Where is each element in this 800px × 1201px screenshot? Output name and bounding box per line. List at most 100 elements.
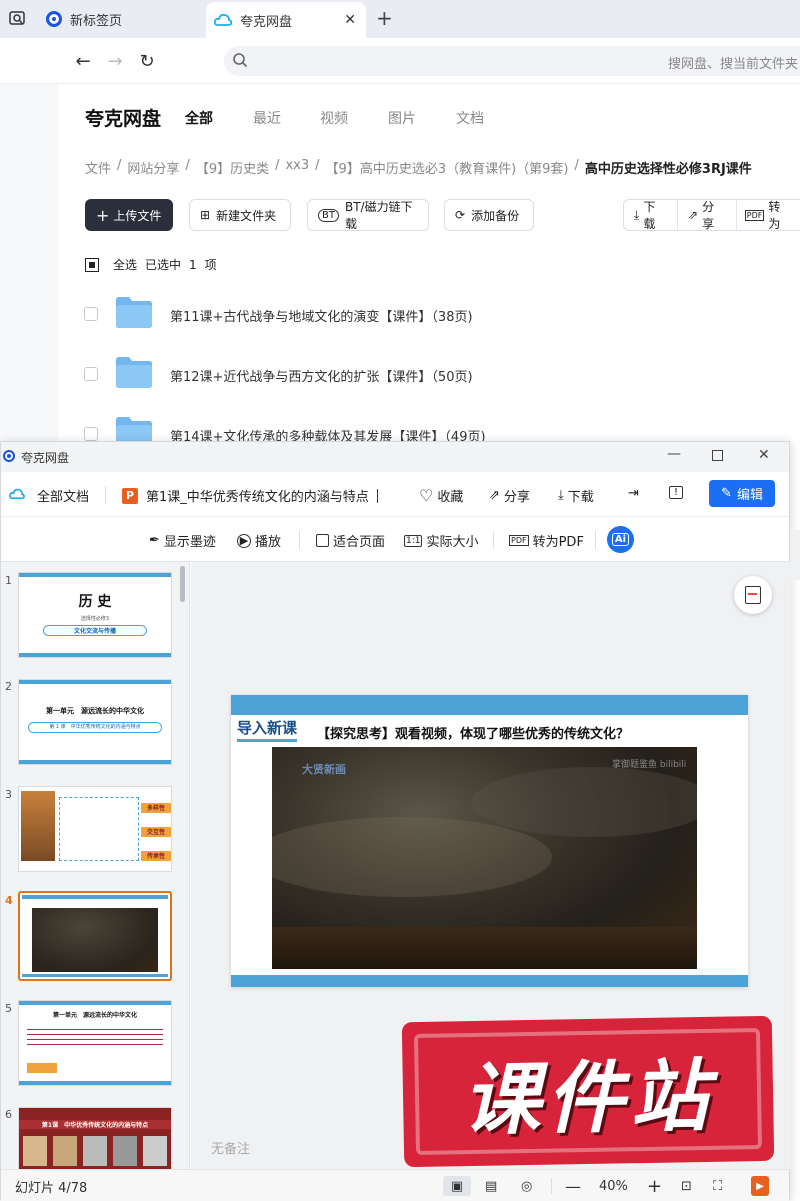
- slide-thumbnail[interactable]: 多样性 交互性 传承性: [18, 786, 172, 872]
- slideshow-icon[interactable]: ▶: [751, 1176, 769, 1196]
- address-bar[interactable]: 搜网盘、搜当前文件夹: [224, 46, 800, 76]
- upload-button[interactable]: + 上传文件: [85, 199, 173, 231]
- slide-video-frame[interactable]: 大贤新画 掌御题鉴鱼 bilibili: [272, 747, 697, 969]
- show-ink-label: 显示墨迹: [163, 535, 216, 550]
- menu-image[interactable]: 图片: [388, 108, 416, 128]
- slide-thumbnail[interactable]: 第一单元 源远流长的中华文化 第 1 课 中华优秀传统文化的内涵与特点: [18, 679, 172, 765]
- row-checkbox[interactable]: [84, 427, 98, 441]
- thumb-title: 第一单元 源远流长的中华文化: [46, 707, 144, 715]
- fit-page-button[interactable]: 适合页面: [316, 531, 385, 550]
- notes-placeholder[interactable]: 无备注: [211, 1138, 250, 1157]
- thumb-title: 第1课 中华优秀传统文化的内涵与特点: [19, 1120, 171, 1129]
- breadcrumb-item[interactable]: 网站分享: [127, 158, 179, 177]
- zoom-level[interactable]: 40%: [599, 1176, 628, 1196]
- report-icon: !: [669, 486, 684, 499]
- tab-quark-drive[interactable]: 夸克网盘 ✕: [206, 2, 366, 38]
- ai-assistant-button[interactable]: Ai: [607, 526, 634, 553]
- row-checkbox[interactable]: [84, 367, 98, 381]
- edit-button[interactable]: ✎ 编辑: [709, 480, 775, 507]
- select-all-checkbox[interactable]: [85, 257, 99, 272]
- ai-summary-float-button[interactable]: [734, 576, 772, 614]
- menu-video[interactable]: 视频: [320, 108, 348, 128]
- thumbnail-scrollbar[interactable]: [180, 566, 185, 602]
- browser-tab-bar: 新标签页 夸克网盘 ✕ +: [0, 0, 800, 38]
- page-left-strip: [0, 84, 58, 444]
- convert-pdf-button[interactable]: PDF 转为PDF: [509, 531, 584, 550]
- fit-window-icon[interactable]: ⊡: [681, 1176, 692, 1196]
- all-docs-button[interactable]: 全部文档: [9, 486, 89, 505]
- favorite-button[interactable]: ♡ 收藏: [419, 486, 463, 505]
- viewer-toolbar-top: 全部文档 P 第1课_中华优秀传统文化的内涵与特点 ♡ 收藏 ⇗ 分享 ⤓ 下载 ⇥ …: [1, 472, 789, 517]
- slide-thumbnail-panel: 1 历 史 选择性必修3 文化交流与传播 2 第一单元 源远流长的中华文化 第 …: [1, 562, 190, 1169]
- add-backup-button[interactable]: ⟳ 添加备份: [444, 199, 534, 231]
- video-logo-right: 掌御题鉴鱼 bilibili: [612, 760, 687, 770]
- convert-button[interactable]: PDF 转为: [737, 200, 800, 231]
- report-button[interactable]: !: [669, 486, 684, 499]
- backup-label: 添加备份: [471, 208, 520, 223]
- zoom-in-icon[interactable]: +: [647, 1176, 662, 1197]
- tab-label: 新标签页: [70, 13, 123, 29]
- breadcrumb-item[interactable]: 【9】高中历史选必3（教育课件)（第9套): [326, 158, 569, 177]
- selection-bar: 全选 已选中 1 项: [85, 256, 217, 273]
- normal-view-icon[interactable]: ▣: [443, 1176, 471, 1196]
- maximize-icon[interactable]: [712, 450, 723, 461]
- menu-recent[interactable]: 最近: [253, 108, 281, 128]
- menu-doc[interactable]: 文档: [456, 108, 484, 128]
- doc-scan-icon: [745, 586, 761, 604]
- file-name: 第12课+近代战争与西方文化的扩张【课件】（50页): [170, 370, 473, 385]
- breadcrumb-item[interactable]: 文件: [85, 158, 111, 177]
- video-logo-left: 大贤新画: [302, 763, 346, 776]
- open-external-icon: ⇥: [628, 486, 639, 501]
- file-row[interactable]: 第11课+古代战争与地域文化的演变【课件】（38页): [84, 294, 800, 334]
- quark-app-icon: [3, 450, 15, 462]
- slide-thumbnail-selected[interactable]: [18, 891, 172, 981]
- reload-icon[interactable]: ↻: [134, 48, 160, 74]
- watermark-stamp: 课件站: [401, 1015, 775, 1168]
- minimize-icon[interactable]: —: [667, 446, 681, 462]
- tab-label: 夸克网盘: [240, 14, 293, 30]
- web-view-icon[interactable]: ◎: [521, 1176, 532, 1196]
- back-icon[interactable]: ←: [70, 48, 96, 74]
- slide-canvas: 导入新课 【探究思考】观看视频，体现了哪些优秀的传统文化？ 大贤新画 掌御题鉴鱼…: [191, 562, 791, 1169]
- actual-size-icon: 1:1: [404, 534, 423, 547]
- pen-icon: ✎: [721, 486, 732, 501]
- upload-label: 上传文件: [113, 208, 162, 223]
- new-tab-button[interactable]: +: [376, 6, 393, 30]
- play-button[interactable]: ▶ 播放: [237, 531, 281, 550]
- selected-unit: 项: [204, 258, 217, 272]
- breadcrumb-item[interactable]: 【9】历史类: [196, 158, 269, 177]
- fullscreen-icon[interactable]: ⛶: [713, 1176, 722, 1196]
- row-checkbox[interactable]: [84, 307, 98, 321]
- viewer-download-button[interactable]: ⤓ 下载: [558, 486, 594, 505]
- download-button[interactable]: ⤓ 下载: [624, 200, 679, 231]
- show-ink-button[interactable]: ✒ 显示墨迹: [149, 531, 216, 550]
- select-all-label[interactable]: 全选: [113, 256, 137, 273]
- title-cursor: [376, 488, 378, 503]
- thumb-tag: 多样性: [141, 803, 171, 813]
- zoom-out-icon[interactable]: —: [565, 1176, 581, 1196]
- slide-thumbnail[interactable]: 第一单元 源远流长的中华文化: [18, 1000, 172, 1086]
- viewer-share-button[interactable]: ⇗ 分享: [489, 486, 530, 505]
- thumbnail-number: 3: [5, 788, 12, 801]
- close-tab-icon[interactable]: ✕: [344, 12, 356, 28]
- bt-download-button[interactable]: BT BT/磁力链下载: [307, 199, 429, 231]
- breadcrumb: 文件 / 网站分享 / 【9】历史类 / xx3 / 【9】高中历史选必3（教育课件)（…: [85, 158, 752, 177]
- tab-new[interactable]: 新标签页: [40, 4, 200, 34]
- close-window-icon[interactable]: ✕: [758, 447, 770, 463]
- slide-thumbnail[interactable]: 历 史 选择性必修3 文化交流与传播: [18, 572, 172, 658]
- new-folder-button[interactable]: ⊞ 新建文件夹: [189, 199, 291, 231]
- share-button[interactable]: ⇗ 分享: [678, 200, 737, 231]
- download-label: 下载: [643, 200, 656, 231]
- actual-size-button[interactable]: 1:1 实际大小: [404, 531, 479, 550]
- notes-view-icon[interactable]: ▤: [485, 1176, 497, 1196]
- breadcrumb-item[interactable]: xx3: [285, 158, 309, 177]
- slide-thumbnail[interactable]: 第1课 中华优秀传统文化的内涵与特点: [18, 1107, 172, 1169]
- thumb-tag: 交互性: [141, 827, 171, 837]
- file-row[interactable]: 第12课+近代战争与西方文化的扩张【课件】（50页): [84, 354, 800, 394]
- edit-label: 编辑: [736, 488, 763, 503]
- breadcrumb-separator: /: [574, 158, 579, 173]
- forward-icon[interactable]: →: [102, 48, 128, 74]
- tab-search-icon[interactable]: [8, 9, 28, 29]
- menu-all[interactable]: 全部: [185, 108, 213, 128]
- open-external-button[interactable]: ⇥: [628, 486, 639, 501]
